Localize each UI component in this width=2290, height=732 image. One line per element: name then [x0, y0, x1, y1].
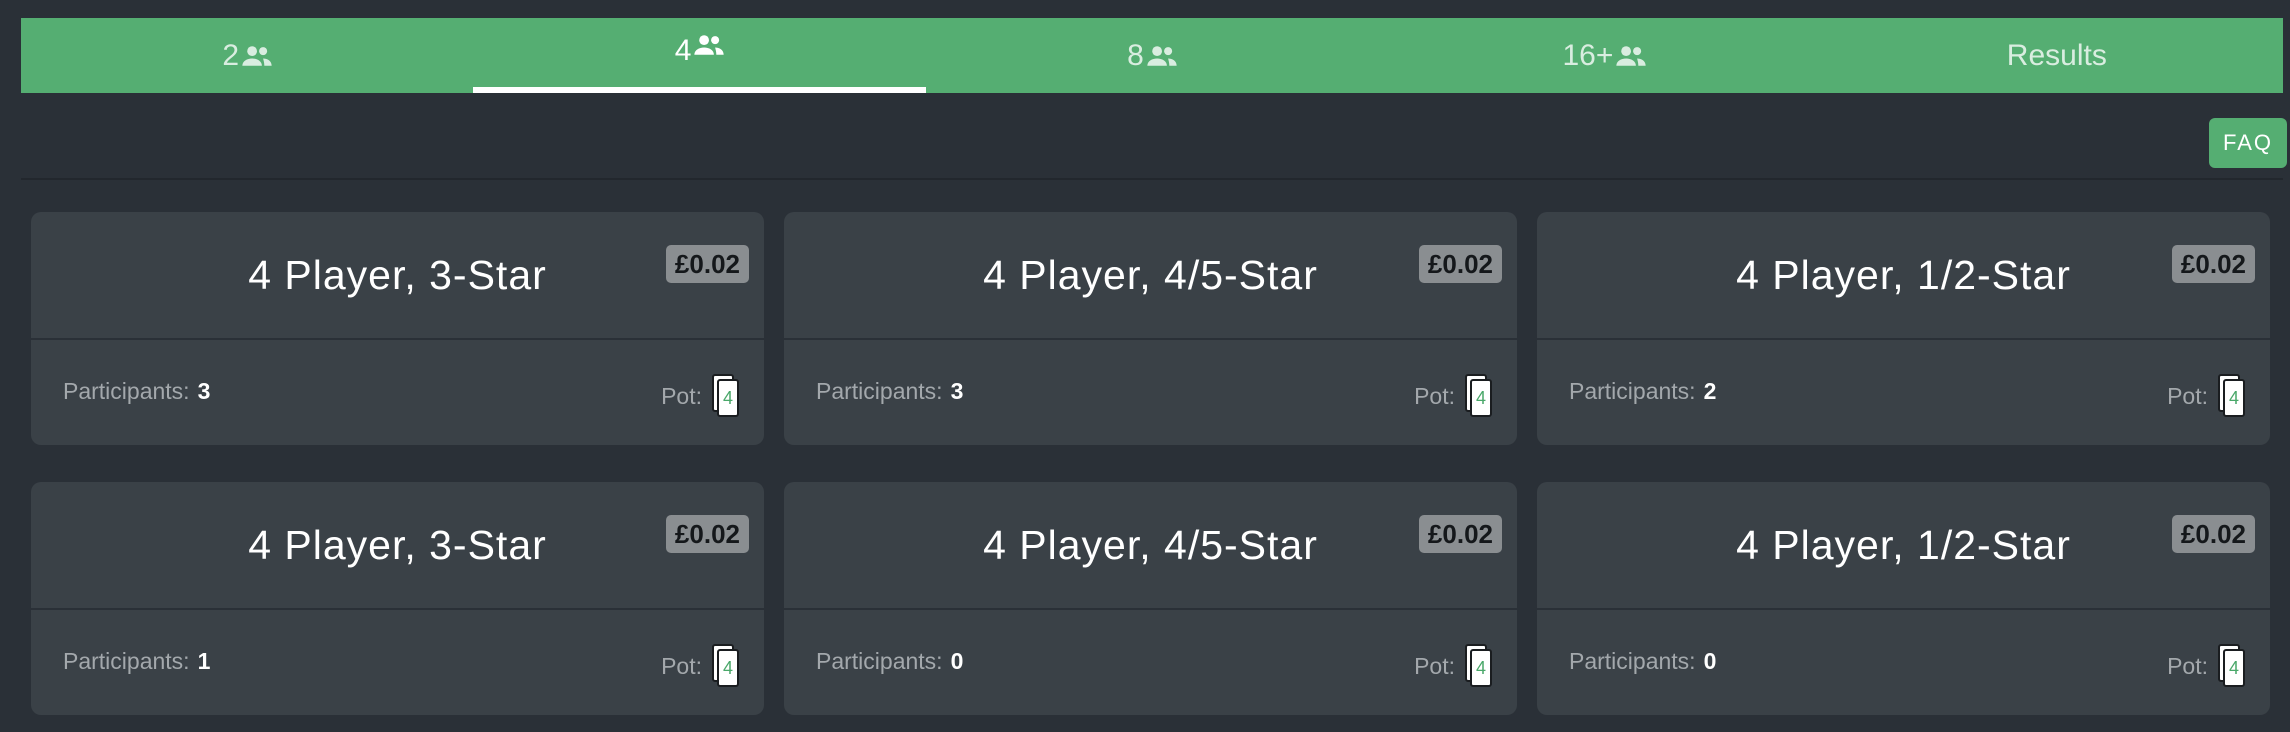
- participants-count: 3: [197, 378, 211, 404]
- game-card[interactable]: 4 Player, 1/2-Star £0.02 Participants: 2…: [1537, 212, 2270, 445]
- pot-label: Pot:: [2167, 652, 2208, 679]
- tab-4-players[interactable]: 4: [473, 18, 927, 93]
- pot-label: Pot:: [1414, 652, 1455, 679]
- game-card[interactable]: 4 Player, 4/5-Star £0.02 Participants: 0…: [784, 482, 1517, 715]
- tab-label: Results: [2006, 38, 2107, 72]
- people-icon: [242, 45, 272, 66]
- price-badge: £0.02: [1418, 515, 1502, 553]
- card-header: 4 Player, 1/2-Star £0.02: [1537, 212, 2270, 340]
- price-badge: £0.02: [2171, 515, 2255, 553]
- faq-button[interactable]: FAQ: [2209, 118, 2287, 168]
- participants-count: 2: [1703, 378, 1717, 404]
- participants-count: 1: [197, 648, 211, 674]
- card-footer: Participants: 2 Pot: 4: [1537, 340, 2270, 443]
- people-icon: [1147, 45, 1177, 66]
- tab-label: 8: [1127, 38, 1144, 72]
- participants-label: Participants:: [1569, 378, 1696, 404]
- pot: Pot: 4: [661, 644, 740, 688]
- card-footer: Participants: 0 Pot: 4: [1537, 610, 2270, 713]
- pot: Pot: 4: [2167, 644, 2246, 688]
- pot-count: 4: [2223, 379, 2245, 417]
- tab-label: 2: [222, 38, 240, 72]
- tab-results[interactable]: Results: [1831, 18, 2283, 93]
- card-footer: Participants: 0 Pot: 4: [784, 610, 1517, 713]
- tab-2-players[interactable]: 2: [21, 18, 473, 93]
- game-card[interactable]: 4 Player, 1/2-Star £0.02 Participants: 0…: [1537, 482, 2270, 715]
- card-header: 4 Player, 1/2-Star £0.02: [1537, 482, 2270, 610]
- playing-cards-icon: 4: [1465, 644, 1493, 688]
- toolbar: FAQ: [21, 93, 2287, 180]
- card-footer: Participants: 1 Pot: 4: [31, 610, 764, 713]
- price-badge: £0.02: [1418, 245, 1502, 283]
- participants-label: Participants:: [816, 648, 943, 674]
- card-title: 4 Player, 3-Star: [248, 251, 547, 298]
- pot-count: 4: [1470, 649, 1492, 687]
- card-title: 4 Player, 1/2-Star: [1736, 521, 2071, 568]
- participants-label: Participants:: [63, 648, 190, 674]
- card-title: 4 Player, 3-Star: [248, 521, 547, 568]
- card-header: 4 Player, 4/5-Star £0.02: [784, 482, 1517, 610]
- pot-label: Pot:: [661, 652, 702, 679]
- card-footer: Participants: 3 Pot: 4: [784, 340, 1517, 443]
- tab-16-plus-players[interactable]: 16+: [1378, 18, 1830, 93]
- card-header: 4 Player, 3-Star £0.02: [31, 212, 764, 340]
- card-title: 4 Player, 1/2-Star: [1736, 251, 2071, 298]
- tab-label: 16+: [1562, 38, 1614, 72]
- participants-count: 3: [950, 378, 964, 404]
- participants-label: Participants:: [1569, 648, 1696, 674]
- pot-count: 4: [717, 379, 739, 417]
- price-badge: £0.02: [2171, 245, 2255, 283]
- pot: Pot: 4: [661, 374, 740, 418]
- playing-cards-icon: 4: [712, 374, 740, 418]
- playing-cards-icon: 4: [2218, 374, 2246, 418]
- pot: Pot: 4: [2167, 374, 2246, 418]
- participants-label: Participants:: [816, 378, 943, 404]
- pot-label: Pot:: [661, 382, 702, 409]
- playing-cards-icon: 4: [712, 644, 740, 688]
- card-header: 4 Player, 3-Star £0.02: [31, 482, 764, 610]
- pot-label: Pot:: [2167, 382, 2208, 409]
- people-icon: [694, 35, 725, 55]
- playing-cards-icon: 4: [1465, 374, 1493, 418]
- pot: Pot: 4: [1414, 644, 1493, 688]
- people-icon: [1616, 45, 1647, 66]
- pot-label: Pot:: [1414, 382, 1455, 409]
- game-card[interactable]: 4 Player, 3-Star £0.02 Participants: 3 P…: [31, 212, 764, 445]
- card-title: 4 Player, 4/5-Star: [983, 521, 1318, 568]
- tab-8-players[interactable]: 8: [926, 18, 1378, 93]
- pot-count: 4: [717, 649, 739, 687]
- tab-label: 4: [674, 34, 692, 67]
- pot: Pot: 4: [1414, 374, 1493, 418]
- game-card[interactable]: 4 Player, 4/5-Star £0.02 Participants: 3…: [784, 212, 1517, 445]
- card-header: 4 Player, 4/5-Star £0.02: [784, 212, 1517, 340]
- price-badge: £0.02: [665, 245, 749, 283]
- participants-count: 0: [950, 648, 964, 674]
- card-title: 4 Player, 4/5-Star: [983, 251, 1318, 298]
- participants-count: 0: [1703, 648, 1717, 674]
- participants-label: Participants:: [63, 378, 190, 404]
- playing-cards-icon: 4: [2218, 644, 2246, 688]
- tab-bar: 2 4 8 16+ Results: [21, 18, 2283, 93]
- price-badge: £0.02: [665, 515, 749, 553]
- pot-count: 4: [1470, 379, 1492, 417]
- game-card[interactable]: 4 Player, 3-Star £0.02 Participants: 1 P…: [31, 482, 764, 715]
- card-footer: Participants: 3 Pot: 4: [31, 340, 764, 443]
- pot-count: 4: [2223, 649, 2245, 687]
